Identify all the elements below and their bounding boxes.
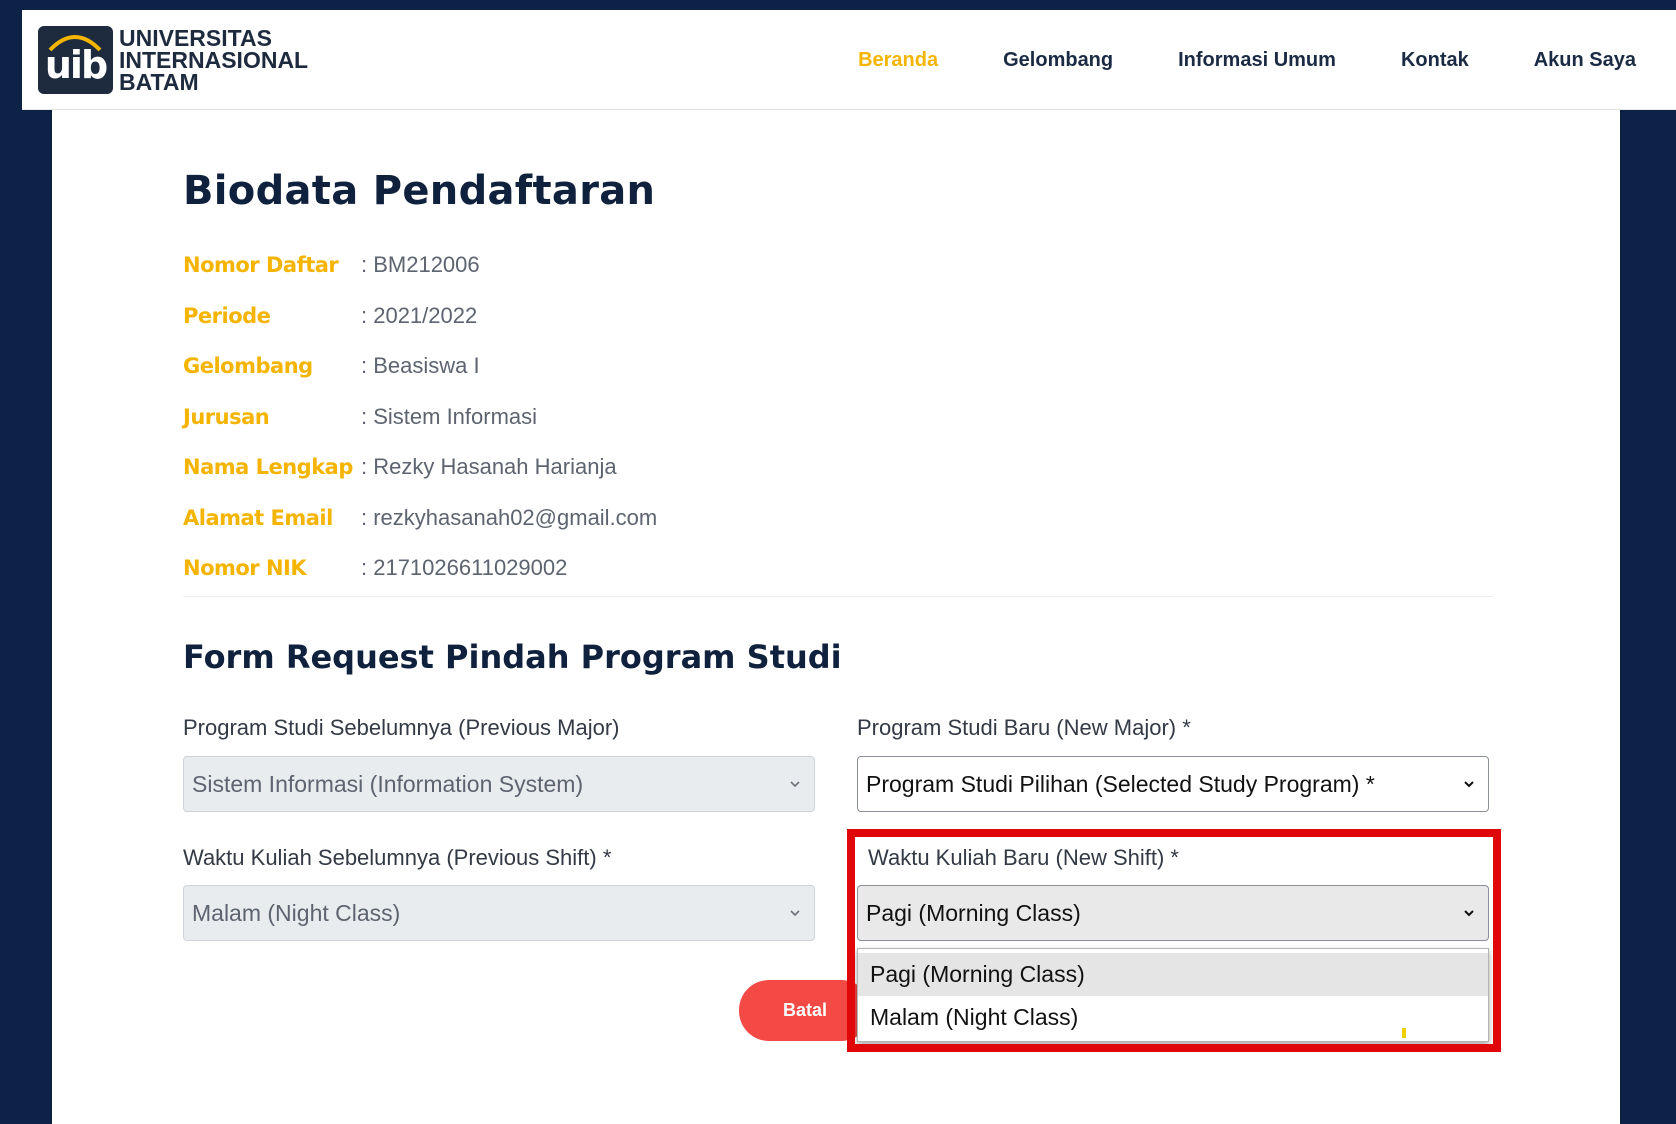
previous-major-label: Program Studi Sebelumnya (Previous Major… [183,715,620,740]
logo-line-3: BATAM [119,69,199,95]
new-shift-label-text: Waktu Kuliah Baru (New Shift) * [868,845,1179,870]
biodata-label: Jurusan [183,404,270,429]
top-navbar: uib UNIVERSITAS INTERNASIONAL BATAM Bera… [22,10,1676,110]
form-title: Form Request Pindah Program Studi [183,638,842,676]
dropdown-option-malam[interactable]: Malam (Night Class) [858,996,1488,1039]
mouse-cursor-mark [1402,1028,1406,1038]
biodata-row-gelombang: Gelombang : Beasiswa I [183,341,657,392]
chevron-down-icon [790,910,800,917]
logo-line-1: UNIVERSITAS [119,25,272,51]
biodata-label: Nomor Daftar [183,253,339,278]
biodata-value: : rezkyhasanah02@gmail.com [361,504,658,530]
previous-major-select: Sistem Informasi (Information System) [183,756,815,812]
biodata-value: : Sistem Informasi [361,403,538,429]
page-title: Biodata Pendaftaran [183,168,656,214]
biodata-label: Nama Lengkap [183,455,353,480]
biodata-table: Nomor Daftar : BM212006 Periode : 2021/2… [183,240,657,594]
previous-shift-select: Malam (Night Class) [183,885,815,941]
new-shift-value: Pagi (Morning Class) [866,899,1081,926]
previous-major-value: Sistem Informasi (Information System) [192,770,584,797]
nav-gelombang[interactable]: Gelombang [1003,49,1113,72]
previous-shift-label: Waktu Kuliah Sebelumnya (Previous Shift)… [183,845,612,870]
chevron-down-icon [1464,781,1474,788]
biodata-row-nama-lengkap: Nama Lengkap : Rezky Hasanah Harianja [183,442,657,493]
nav-beranda[interactable]: Beranda [858,49,938,72]
nav-kontak[interactable]: Kontak [1401,49,1469,72]
main-nav: Beranda Gelombang Informasi Umum Kontak … [858,10,1676,110]
biodata-row-nomor-nik: Nomor NIK : 2171026611029002 [183,543,657,594]
new-shift-select[interactable]: Pagi (Morning Class) [857,885,1489,941]
chevron-down-icon [1464,910,1474,917]
biodata-row-alamat-email: Alamat Email : rezkyhasanah02@gmail.com [183,493,657,544]
section-divider [183,596,1493,597]
new-major-select[interactable]: Program Studi Pilihan (Selected Study Pr… [857,756,1489,812]
logo-line-2: INTERNASIONAL [119,47,309,73]
logo-arc-icon [48,35,102,52]
dropdown-option-pagi[interactable]: Pagi (Morning Class) [858,953,1488,996]
biodata-value: : 2171026611029002 [361,555,568,581]
biodata-row-nomor-daftar: Nomor Daftar : BM212006 [183,240,657,291]
previous-shift-value: Malam (Night Class) [192,899,401,926]
logo-wordmark: UNIVERSITAS INTERNASIONAL BATAM [119,25,309,95]
new-major-label: Program Studi Baru (New Major) * [857,715,1191,740]
biodata-label: Periode [183,303,271,328]
biodata-label: Gelombang [183,354,313,379]
biodata-row-jurusan: Jurusan : Sistem Informasi [183,392,657,443]
biodata-label: Nomor NIK [183,556,307,581]
biodata-value: : Rezky Hasanah Harianja [361,454,617,480]
new-major-value: Program Studi Pilihan (Selected Study Pr… [866,770,1375,797]
new-shift-label: Waktu Kuliah Baru (New Shift) * [857,845,1179,871]
university-logo[interactable]: uib UNIVERSITAS INTERNASIONAL BATAM [38,24,308,96]
uib-logo-mark: uib [38,26,113,94]
biodata-value: : 2021/2022 [361,302,478,328]
biodata-row-periode: Periode : 2021/2022 [183,291,657,342]
chevron-down-icon [790,781,800,788]
main-card: Biodata Pendaftaran Nomor Daftar : BM212… [52,110,1620,1124]
cancel-button[interactable]: Batal [739,980,871,1041]
biodata-value: : Beasiswa I [361,353,480,379]
nav-akun-saya[interactable]: Akun Saya [1534,49,1636,72]
new-shift-dropdown-list: Pagi (Morning Class) Malam (Night Class) [857,948,1489,1042]
biodata-label: Alamat Email [183,505,333,530]
nav-informasi-umum[interactable]: Informasi Umum [1178,49,1336,72]
biodata-value: : BM212006 [361,252,480,278]
